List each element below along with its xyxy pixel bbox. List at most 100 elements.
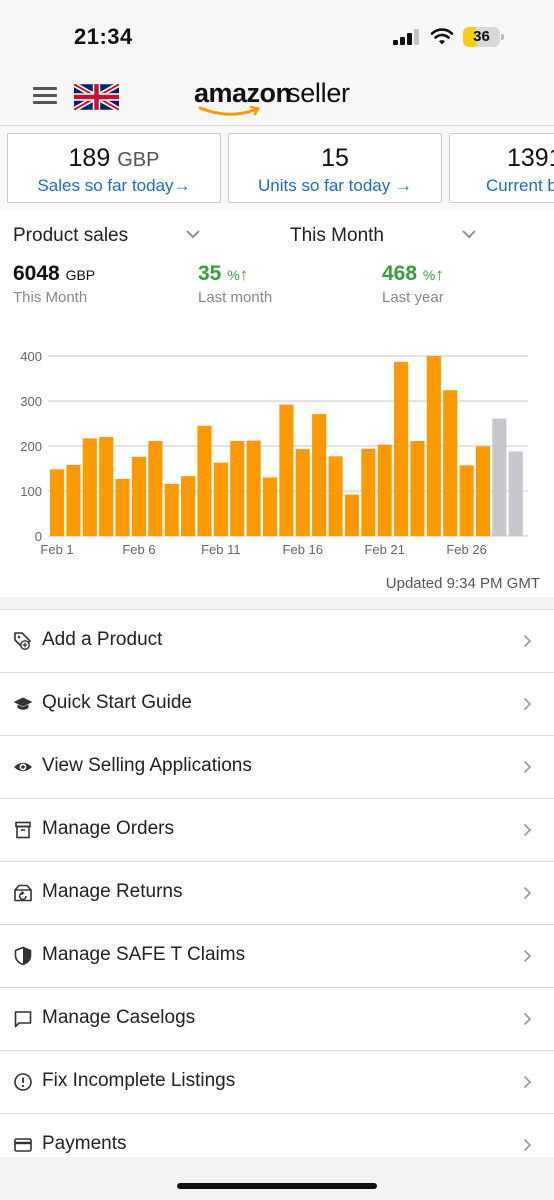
bar-feb-8[interactable] <box>164 483 179 536</box>
app-header: amazon seller <box>0 66 554 126</box>
menu-item-label: View Selling Applications <box>42 755 252 776</box>
chevron-down-icon[interactable] <box>462 229 476 239</box>
bar-feb-14[interactable] <box>262 477 278 537</box>
current-balance-card[interactable]: 1391 Current b <box>449 133 554 203</box>
bar-feb-29[interactable] <box>508 451 523 536</box>
cellular-signal-icon <box>393 29 423 45</box>
chevron-right-icon <box>523 760 532 774</box>
home-indicator-area <box>0 1157 554 1200</box>
card-icon <box>14 1138 32 1152</box>
bar-feb-26[interactable] <box>459 465 474 536</box>
sales-today-link[interactable]: Sales so far today <box>37 176 173 195</box>
menu-item-add-product[interactable]: Add a Product <box>0 609 554 672</box>
units-today-link[interactable]: Units so far today <box>258 176 390 195</box>
chevron-right-icon <box>523 634 532 648</box>
bar-feb-23[interactable] <box>410 441 425 536</box>
menu-item-label: Add a Product <box>42 629 163 650</box>
chevron-right-icon <box>523 886 532 900</box>
bar-feb-16[interactable] <box>295 449 310 536</box>
metric-dropdown[interactable]: Product sales <box>13 225 128 247</box>
tag-plus-icon <box>14 632 31 650</box>
bar-feb-5[interactable] <box>115 478 130 536</box>
battery-icon: 36 <box>463 27 504 47</box>
arrow-up-icon: ↑ <box>435 265 444 284</box>
battery-level: 36 <box>473 28 490 45</box>
menu-item-fix-incomplete-listings[interactable]: Fix Incomplete Listings <box>0 1050 554 1113</box>
arrow-right-icon: → <box>395 176 412 195</box>
arrow-up-icon: ↑ <box>239 265 249 284</box>
box-icon <box>15 821 31 839</box>
status-bar: 21:34 36 <box>0 0 554 66</box>
bar-feb-7[interactable] <box>148 441 163 536</box>
chevron-right-icon <box>523 1075 532 1089</box>
menu-item-label: Manage Orders <box>42 818 175 839</box>
units-today-card[interactable]: 15 Units so far today → <box>228 133 442 203</box>
uk-flag-icon[interactable] <box>74 84 119 110</box>
y-tick-label: 300 <box>20 394 42 409</box>
amazon-smile-icon <box>198 105 260 116</box>
bar-feb-2[interactable] <box>66 464 81 536</box>
period-dropdown[interactable]: This Month <box>290 225 384 247</box>
bar-feb-3[interactable] <box>82 438 97 536</box>
menu-icon[interactable] <box>33 87 57 105</box>
menu-item-manage-orders[interactable]: Manage Orders <box>0 798 554 861</box>
return-box-icon <box>14 884 32 902</box>
bar-feb-13[interactable] <box>246 440 261 536</box>
bar-feb-22[interactable] <box>394 361 409 536</box>
menu-item-label: Manage SAFE T Claims <box>42 944 246 965</box>
alert-circle-icon <box>14 1073 32 1091</box>
current-balance-link[interactable]: Current b <box>486 176 554 195</box>
y-tick-label: 100 <box>20 484 42 499</box>
bar-feb-6[interactable] <box>131 456 146 536</box>
last-year-change-unit: % <box>422 267 436 283</box>
bar-feb-11[interactable] <box>213 462 228 536</box>
bar-feb-15[interactable] <box>279 404 294 536</box>
chevron-right-icon <box>523 697 532 711</box>
shield-icon <box>14 946 32 966</box>
home-indicator[interactable] <box>177 1183 377 1189</box>
menu-item-manage-returns[interactable]: Manage Returns <box>0 861 554 924</box>
y-tick-label: 200 <box>20 439 42 454</box>
menu-item-label: Quick Start Guide <box>42 692 192 713</box>
bar-feb-12[interactable] <box>230 441 245 536</box>
sales-today-value: 189 <box>68 144 111 172</box>
bar-feb-21[interactable] <box>377 444 392 536</box>
last-year-label: Last year <box>382 289 444 306</box>
bar-feb-18[interactable] <box>328 456 343 536</box>
bar-feb-1[interactable] <box>50 469 65 536</box>
sales-bar-chart[interactable]: 0100200300400Feb 1 Feb 6 Feb 11 Feb 16 Feb 2… <box>0 338 554 570</box>
bar-feb-10[interactable] <box>197 425 212 536</box>
chevron-right-icon <box>523 1012 532 1026</box>
arrow-right-icon: → <box>173 176 191 195</box>
total-sales-value: 6048 <box>13 262 60 285</box>
menu-item-view-selling-applications[interactable]: View Selling Applications <box>0 735 554 798</box>
sales-today-card[interactable]: 189 GBP Sales so far today→ <box>7 133 221 203</box>
menu-item-manage-caselogs[interactable]: Manage Caselogs <box>0 987 554 1050</box>
x-tick-label: Feb 16 <box>283 542 323 557</box>
x-tick-label: Feb 6 <box>122 542 155 557</box>
menu-item-quick-start-guide[interactable]: Quick Start Guide <box>0 672 554 735</box>
eye-icon <box>14 762 32 772</box>
chat-icon <box>14 1011 32 1028</box>
bar-feb-24[interactable] <box>426 356 441 536</box>
bar-feb-9[interactable] <box>181 476 196 536</box>
x-tick-label: Feb 11 <box>201 542 241 557</box>
chevron-right-icon <box>523 1138 532 1152</box>
wifi-icon <box>430 28 454 45</box>
bar-feb-4[interactable] <box>99 437 114 536</box>
chevron-down-icon[interactable] <box>186 229 200 239</box>
last-month-change-unit: % <box>227 267 240 283</box>
bar-feb-25[interactable] <box>443 390 458 536</box>
bar-feb-19[interactable] <box>344 494 359 536</box>
sales-section: Product sales This Month 6048 GBP This M… <box>0 210 554 597</box>
bar-feb-27[interactable] <box>475 446 491 536</box>
amazon-seller-logo: amazon seller <box>194 78 374 120</box>
bar-feb-17[interactable] <box>312 414 327 536</box>
menu-item-manage-safe-t-claims[interactable]: Manage SAFE T Claims <box>0 924 554 987</box>
bar-feb-20[interactable] <box>361 448 376 536</box>
total-sales-unit: GBP <box>65 267 96 283</box>
sales-today-unit: GBP <box>117 149 160 171</box>
menu-item-label: Manage Returns <box>42 881 183 902</box>
bar-feb-28[interactable] <box>492 418 507 536</box>
x-tick-label: Feb 1 <box>40 542 73 557</box>
